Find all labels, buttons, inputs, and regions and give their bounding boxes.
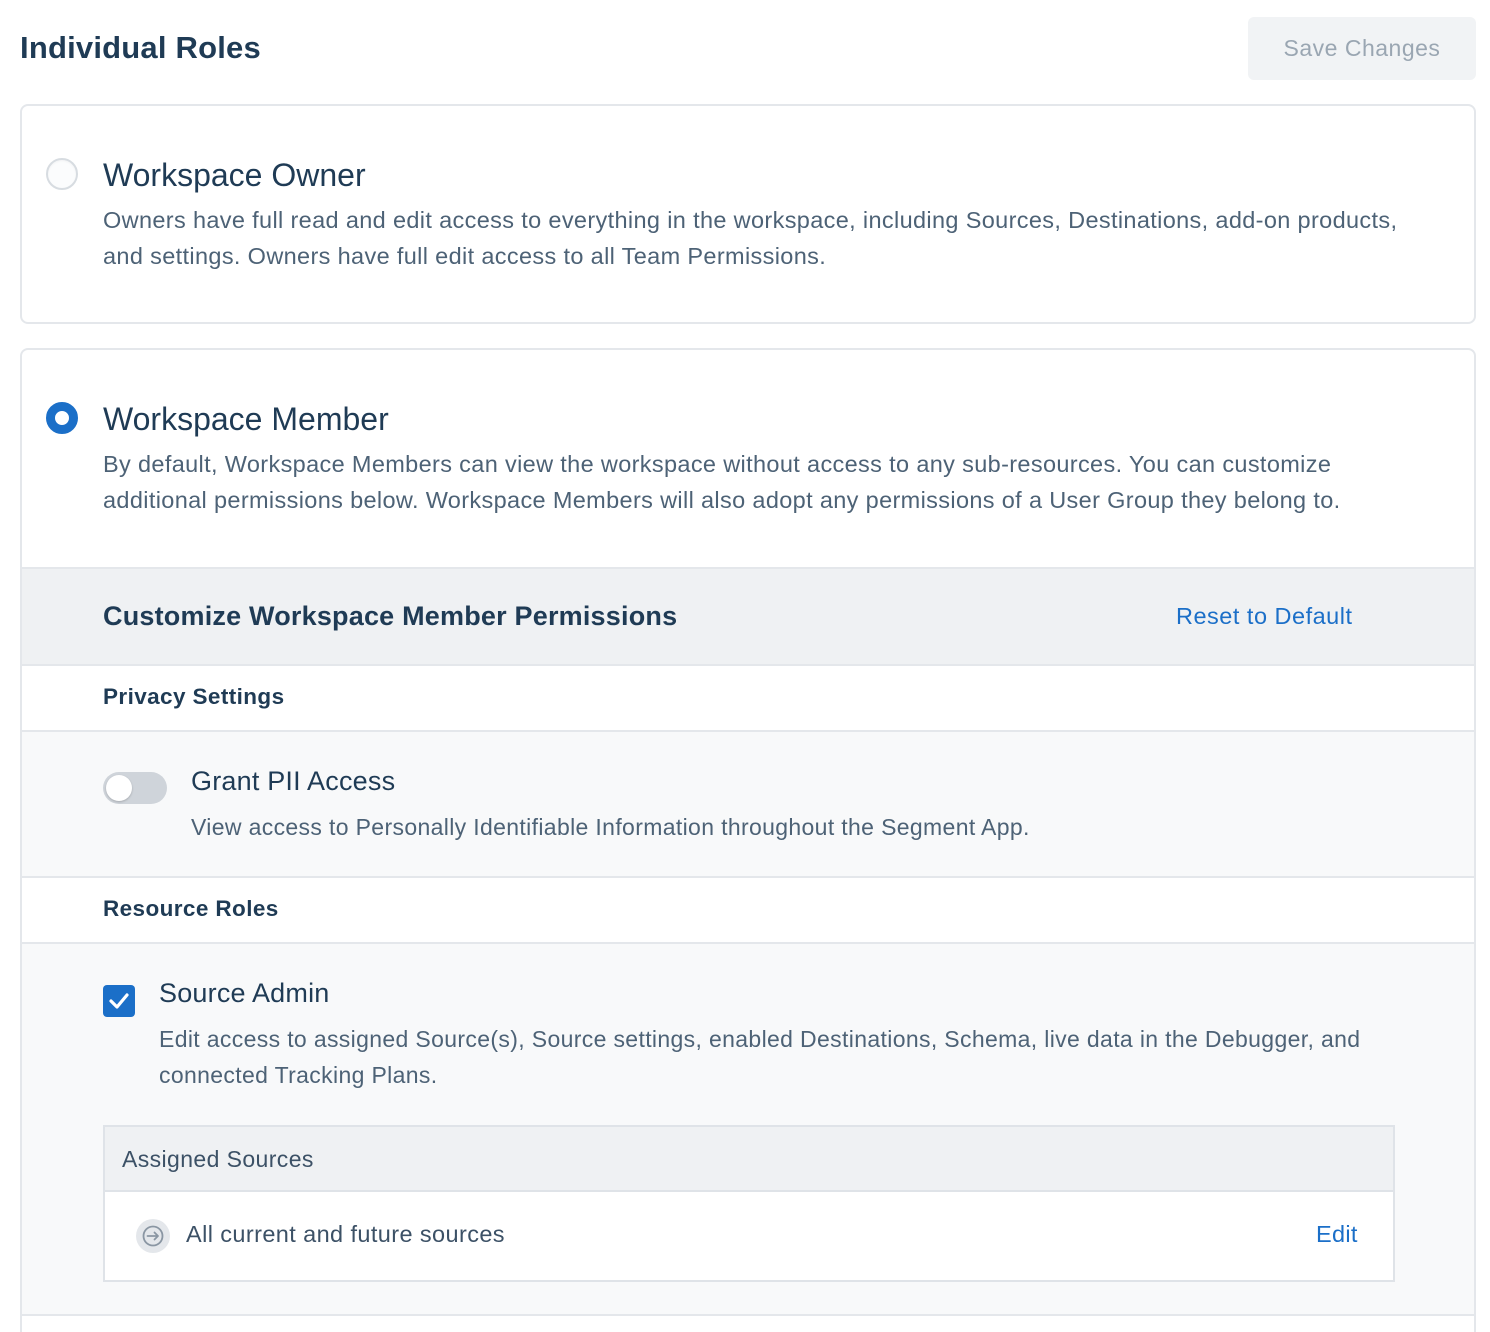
workspace-member-description: By default, Workspace Members can view t…: [103, 451, 1341, 513]
assigned-sources-header: Assigned Sources: [105, 1127, 1393, 1192]
privacy-settings-label: Privacy Settings: [103, 684, 285, 709]
reset-to-default-link[interactable]: Reset to Default: [1176, 603, 1353, 630]
all-sources-icon: [136, 1219, 170, 1253]
source-admin-description: Edit access to assigned Source(s), Sourc…: [159, 1026, 1361, 1088]
save-changes-button[interactable]: Save Changes: [1248, 17, 1476, 80]
roles-page: Individual Roles Save Changes Workspace …: [0, 0, 1490, 1332]
source-admin-panel: Source Admin Edit access to assigned Sou…: [22, 944, 1474, 1316]
pii-access-description: View access to Personally Identifiable I…: [191, 814, 1030, 840]
customize-permissions-title: Customize Workspace Member Permissions: [103, 601, 678, 631]
next-section-strip: [22, 1316, 1474, 1332]
workspace-member-radio[interactable]: [46, 402, 78, 434]
workspace-member-card[interactable]: Workspace Member By default, Workspace M…: [20, 348, 1476, 1332]
page-title: Individual Roles: [20, 30, 261, 65]
checkmark-icon: [109, 993, 129, 1009]
assigned-source-row: All current and future sources Edit: [105, 1192, 1393, 1280]
source-admin-checkbox[interactable]: [103, 985, 135, 1017]
assigned-source-text: All current and future sources: [186, 1221, 505, 1247]
assigned-sources-title: Assigned Sources: [122, 1146, 314, 1172]
toggle-knob: [106, 775, 132, 801]
edit-assigned-sources-link[interactable]: Edit: [1316, 1221, 1358, 1248]
workspace-owner-radio[interactable]: [46, 158, 78, 190]
workspace-owner-description: Owners have full read and edit access to…: [103, 207, 1398, 269]
workspace-owner-card[interactable]: Workspace Owner Owners have full read an…: [20, 104, 1476, 324]
privacy-settings-section: Privacy Settings: [22, 666, 1474, 732]
workspace-member-title: Workspace Member: [103, 401, 389, 437]
resource-roles-label: Resource Roles: [103, 896, 279, 921]
assigned-sources-box: Assigned Sources All current and future …: [103, 1125, 1395, 1282]
customize-permissions-header: Customize Workspace Member Permissions R…: [22, 567, 1474, 666]
workspace-owner-title: Workspace Owner: [103, 157, 366, 193]
pii-access-panel: Grant PII Access View access to Personal…: [22, 732, 1474, 878]
resource-roles-section: Resource Roles: [22, 878, 1474, 944]
pii-access-toggle[interactable]: [103, 772, 167, 804]
source-admin-title: Source Admin: [159, 978, 330, 1008]
pii-access-title: Grant PII Access: [191, 766, 396, 796]
